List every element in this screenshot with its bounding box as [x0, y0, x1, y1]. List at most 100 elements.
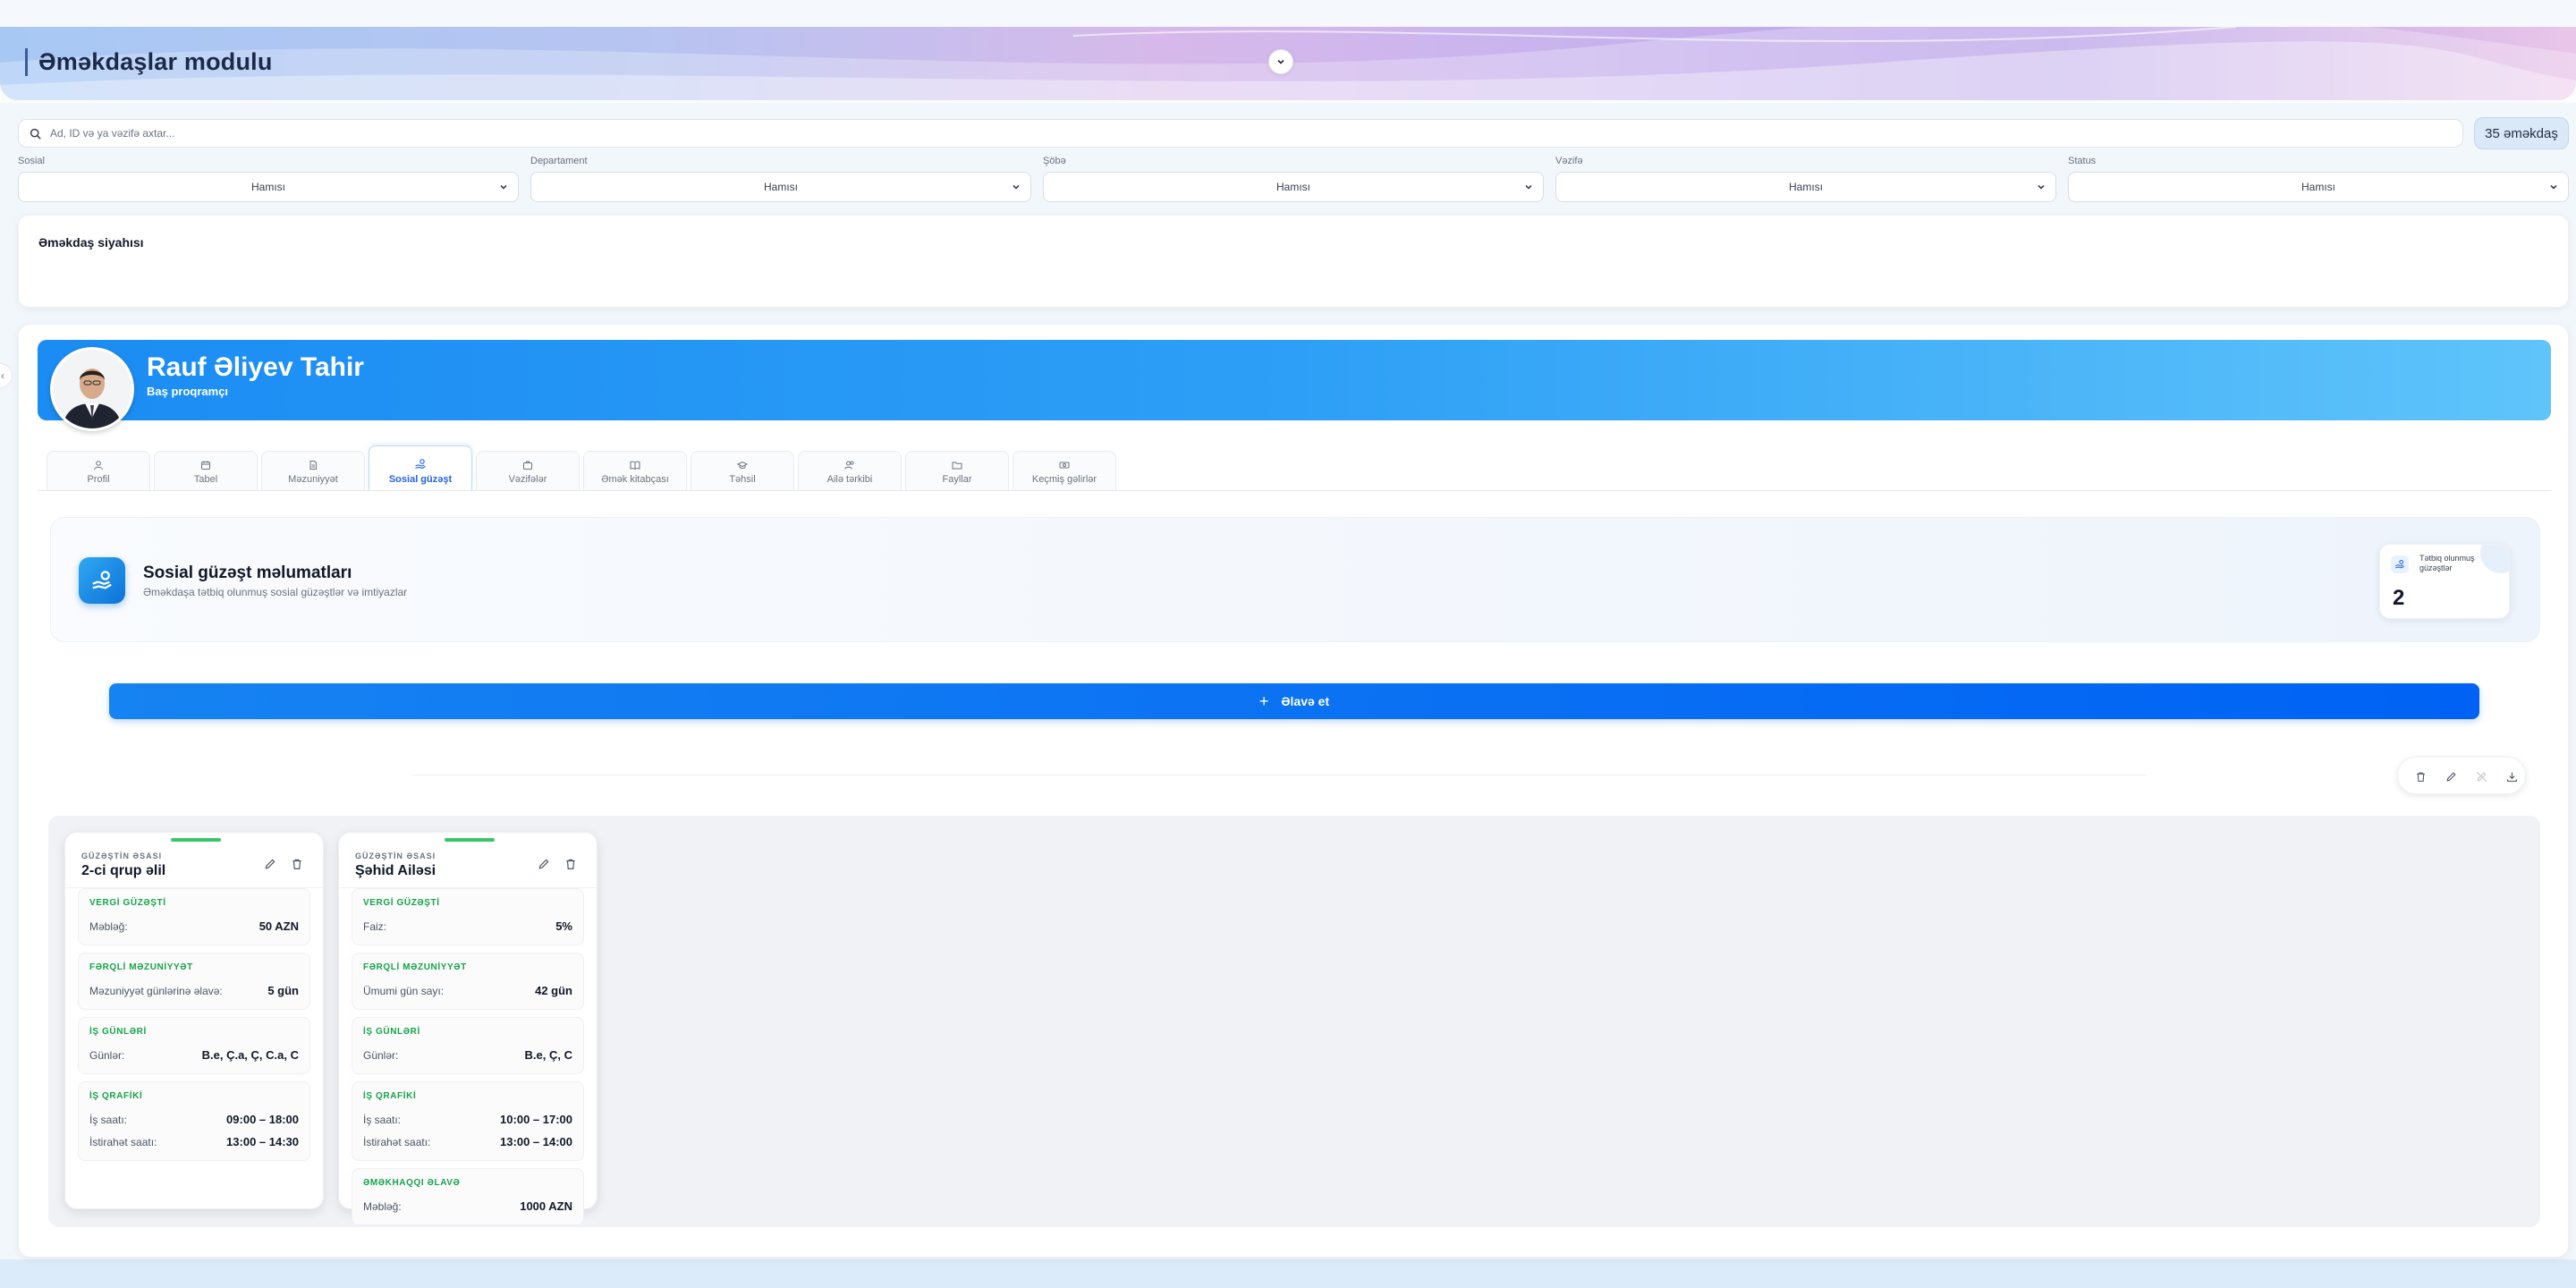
tab-emek-kitabcasi[interactable]: Əmək kitabçası [583, 451, 687, 490]
tab-vezifeler[interactable]: Vəzifələr [476, 451, 580, 490]
chevron-down-icon [500, 184, 507, 190]
benefit-name: Şəhid Ailəsi [355, 863, 436, 878]
benefit-section: İŞ GÜNLƏRİ Günlər: B.e, Ç, C [352, 1017, 584, 1074]
pencil-icon[interactable] [264, 858, 276, 870]
filter-select-status[interactable]: Hamısı [2068, 172, 2569, 202]
benefit-section: İŞ QRAFİKİ İş saatı: 10:00 – 17:00 İstira… [352, 1081, 584, 1161]
benefit-row: Günlər: B.e, Ç.a, Ç, C.a, C [89, 1044, 299, 1066]
benefit-row-key: Günlər: [363, 1048, 399, 1062]
calendar-icon [201, 461, 210, 470]
benefit-card[interactable]: GÜZƏŞTİN ƏSASI Şəhid Ailəsi VERGİ GÜZƏŞT… [338, 832, 597, 1225]
benefit-row: Məbləğ: 1000 AZN [363, 1195, 572, 1217]
add-benefit-button[interactable]: + Əlavə et [109, 683, 2479, 719]
download-icon [2506, 772, 2517, 782]
benefit-row-value: 13:00 – 14:00 [500, 1135, 572, 1148]
benefit-row-value: 10:00 – 17:00 [500, 1113, 572, 1126]
tab-fayllar[interactable]: Fayllar [905, 451, 1009, 490]
chevron-down-icon [1013, 184, 1020, 190]
chevron-down-icon [1525, 184, 1532, 190]
trash-icon [2416, 772, 2425, 782]
tab-tehsil[interactable]: Təhsil [691, 451, 794, 490]
benefit-row-value: 5 gün [267, 984, 299, 997]
filter-value: Hamısı [1275, 181, 1310, 193]
hand-coins-icon [2395, 560, 2404, 569]
benefit-row-key: İş saatı: [89, 1113, 128, 1126]
filter-label: Şöbə [1043, 156, 1066, 166]
benefit-row: Faiz: 5% [363, 915, 572, 937]
benefit-row: Günlər: B.e, Ç, C [363, 1044, 572, 1066]
benefit-row: Ümumi gün sayı: 42 gün [363, 979, 572, 1002]
benefit-row-key: Məbləğ: [89, 919, 128, 933]
benefit-row-key: Ümumi gün sayı: [363, 984, 445, 997]
filter-label: Departament [530, 156, 588, 166]
tab-tabel[interactable]: Tabel [154, 451, 258, 490]
benefit-row-key: Məbləğ: [363, 1199, 402, 1213]
benefit-row-key: İş saatı: [363, 1113, 402, 1126]
folder-icon [952, 462, 962, 470]
sidebar-collapse-button[interactable]: ‹ [0, 363, 13, 388]
tab-label: Əmək kitabçası [601, 474, 669, 485]
benefit-row: Məzuniyyət günlərinə əlavə: 5 gün [89, 979, 299, 1002]
filter-select-vezife[interactable]: Hamısı [1555, 172, 2056, 202]
benefit-card[interactable]: GÜZƏŞTİN ƏSASI 2-ci qrup əlil VERGİ GÜZƏ… [64, 832, 324, 1209]
tab-label: Profil [87, 474, 110, 485]
benefit-section-title: VERGİ GÜZƏŞTİ [89, 898, 166, 908]
delete-action-button[interactable] [2412, 768, 2428, 784]
benefit-section-title: ƏMƏKHAQQI ƏLAVƏ [363, 1178, 461, 1188]
filter-value: Hamısı [2301, 181, 2335, 193]
benefit-section: FƏRQLİ MƏZUNİYYƏT Məzuniyyət günlərinə ə… [78, 953, 310, 1010]
stat-label: Tətbiq olunmuş güzəştlər [2419, 554, 2475, 572]
benefit-basis-label: GÜZƏŞTİN ƏSASI [81, 852, 163, 860]
pencil-off-icon [2476, 771, 2487, 782]
tab-divider [38, 490, 2551, 491]
benefit-name: 2-ci qrup əlil [81, 863, 166, 878]
tab-aile-terkibi[interactable]: Ailə tərkibi [798, 451, 902, 490]
benefit-row-value: B.e, Ç, C [524, 1048, 572, 1062]
page-title: Əməkdaşlar modulu [25, 48, 273, 76]
applied-benefits-stat: Tətbiq olunmuş güzəştlər 2 [2379, 544, 2510, 619]
benefit-card-header: GÜZƏŞTİN ƏSASI Şəhid Ailəsi [339, 833, 597, 888]
pencil-icon[interactable] [538, 858, 550, 870]
benefit-section: ƏMƏKHAQQI ƏLAVƏ Məbləğ: 1000 AZN [352, 1168, 584, 1225]
benefit-row-key: Faiz: [363, 919, 387, 933]
trash-icon[interactable] [291, 858, 303, 870]
benefit-section: FƏRQLİ MƏZUNİYYƏT Ümumi gün sayı: 42 gün [352, 953, 584, 1010]
tab-label: Keçmiş gəlirlər [1031, 474, 1097, 485]
benefit-section-title: İŞ QRAFİKİ [89, 1091, 143, 1101]
benefit-section-title: İŞ GÜNLƏRİ [363, 1027, 420, 1037]
chevron-down-icon [2038, 184, 2045, 190]
benefit-row: İstirahət saatı: 13:00 – 14:30 [89, 1131, 299, 1153]
filter-select-departament[interactable]: Hamısı [530, 172, 1031, 202]
employee-name: Rauf Əliyev Tahir [147, 352, 364, 382]
benefit-basis-label: GÜZƏŞTİN ƏSASI [355, 852, 436, 860]
benefit-section-title: FƏRQLİ MƏZUNİYYƏT [363, 962, 467, 972]
tab-kecmis-gelirler[interactable]: Keçmiş gəlirlər [1013, 451, 1116, 490]
download-action-button[interactable] [2504, 768, 2520, 784]
tab-profil[interactable]: Profil [47, 451, 150, 490]
filter-value: Hamısı [1788, 181, 1823, 193]
employee-list-title: Əməkdaş siyahısı [38, 235, 144, 250]
filter-select-sobe[interactable]: Hamısı [1043, 172, 1544, 202]
filter-vezife: Vəzifə Hamısı [1555, 156, 2056, 202]
employee-list-card: Əməkdaş siyahısı [18, 215, 2569, 308]
tab-sosial-guzest[interactable]: Sosial güzəşt [369, 445, 472, 490]
filter-label: Vəzifə [1555, 156, 1583, 166]
chevron-left-icon: ‹ [1, 369, 4, 382]
expand-list-button[interactable] [1268, 49, 1293, 74]
benefit-row-value: 09:00 – 18:00 [226, 1113, 299, 1126]
employee-count-badge: 35 əməkdaş [2474, 117, 2569, 149]
benefit-section: VERGİ GÜZƏŞTİ Faiz: 5% [352, 888, 584, 945]
edit-action-button[interactable] [2443, 768, 2459, 784]
benefit-section-title: VERGİ GÜZƏŞTİ [363, 898, 440, 908]
trash-icon[interactable] [564, 858, 577, 870]
benefit-section-title: İŞ GÜNLƏRİ [89, 1027, 147, 1037]
disable-edit-action-button[interactable] [2473, 768, 2489, 784]
filter-select-sosial[interactable]: Hamısı [18, 172, 519, 202]
tab-mezuniyyet[interactable]: Məzuniyyət [261, 451, 365, 490]
chevron-down-icon [1277, 59, 1284, 64]
search-input[interactable]: Ad, ID və ya vəzifə axtar... [18, 119, 2463, 148]
benefit-row-key: Günlər: [89, 1048, 125, 1062]
hand-coins-icon [92, 571, 112, 589]
benefit-row-value: B.e, Ç.a, Ç, C.a, C [201, 1048, 299, 1062]
benefit-row-value: 5% [555, 919, 572, 933]
